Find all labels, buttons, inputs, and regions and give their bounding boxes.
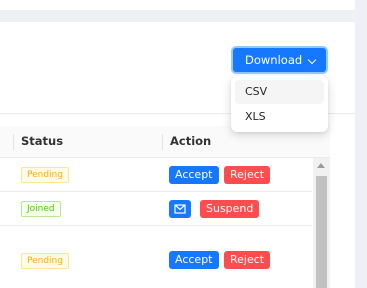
download-button-label: Download — [245, 53, 303, 67]
download-menu: CSV XLS — [231, 76, 328, 132]
vertical-scrollbar[interactable] — [313, 158, 330, 288]
download-button[interactable]: Download — [231, 46, 328, 74]
reject-button[interactable]: Reject — [224, 251, 271, 269]
download-option-csv[interactable]: CSV — [235, 80, 324, 104]
column-header-status[interactable]: Status — [21, 126, 63, 157]
table-row: Joined Suspend — [0, 192, 312, 226]
reject-button[interactable]: Reject — [224, 166, 271, 184]
scrollbar-thumb[interactable] — [316, 176, 327, 288]
accept-button[interactable]: Accept — [169, 251, 219, 269]
column-separator — [162, 134, 163, 150]
table-row: Pending Accept Reject — [0, 158, 312, 192]
status-badge: Joined — [21, 201, 61, 217]
status-badge: Pending — [21, 253, 69, 269]
chevron-down-icon — [307, 55, 317, 65]
members-table: Status Action Pending Accept Reject Join… — [0, 126, 330, 288]
download-option-xls[interactable]: XLS — [235, 105, 324, 129]
suspend-button[interactable]: Suspend — [200, 200, 260, 218]
accept-button[interactable]: Accept — [169, 166, 219, 184]
column-header-action[interactable]: Action — [170, 126, 211, 157]
column-separator — [13, 134, 14, 150]
table-row: Pending Accept Reject — [0, 226, 312, 288]
mail-icon — [174, 204, 186, 214]
scroll-up-arrow-icon[interactable] — [317, 163, 325, 168]
status-badge: Pending — [21, 167, 69, 183]
mail-button[interactable] — [169, 200, 191, 218]
top-card — [0, 0, 355, 10]
